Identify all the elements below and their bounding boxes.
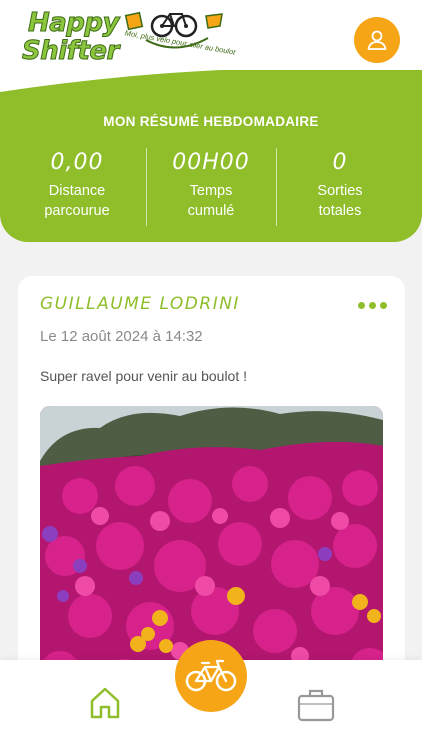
logo-word-shifter: Shifter xyxy=(22,36,120,67)
happy-shifter-logo: Happy Shifter Moi, plus vélo pour aller … xyxy=(20,8,237,73)
home-icon xyxy=(90,687,120,719)
more-dots-icon xyxy=(380,302,387,309)
post-more-button[interactable] xyxy=(358,302,387,309)
weekly-summary-panel: MON RÉSUMÉ HEBDOMADAIRE 0,00 Distance pa… xyxy=(0,70,422,242)
bicycle-icon xyxy=(185,659,237,692)
header-curve-divider xyxy=(0,70,422,92)
stat-rides-label-1: Sorties xyxy=(317,183,363,199)
start-ride-button[interactable] xyxy=(175,640,247,712)
stat-time-value: 00H00 xyxy=(172,150,250,175)
more-dots-icon xyxy=(369,302,376,309)
post-date: Le 12 août 2024 à 14:32 xyxy=(40,328,203,345)
nav-home-button[interactable] xyxy=(88,686,122,720)
logo-word-happy: Happy xyxy=(28,8,120,39)
summary-title: MON RÉSUMÉ HEBDOMADAIRE xyxy=(103,114,319,129)
briefcase-icon xyxy=(297,689,335,722)
post-author[interactable]: GUILLAUME LODRINI xyxy=(40,294,240,314)
stat-rides: 0 Sorties totales xyxy=(275,150,405,221)
stat-rides-value: 0 xyxy=(332,150,348,175)
stat-time-label-1: Temps xyxy=(189,183,233,199)
profile-button[interactable] xyxy=(354,17,400,63)
post-description: Super ravel pour venir au boulot ! xyxy=(40,368,248,384)
stat-distance-label-2: parcourue xyxy=(44,203,110,219)
stat-rides-label-2: totales xyxy=(318,203,362,219)
stat-time: 00H00 Temps cumulé xyxy=(146,150,276,221)
post-card[interactable]: GUILLAUME LODRINI Le 12 août 2024 à 14:3… xyxy=(18,276,405,696)
stat-distance-label-1: Distance xyxy=(48,183,106,199)
stat-time-label-2: cumulé xyxy=(187,203,235,219)
stat-distance-value: 0,00 xyxy=(50,150,104,175)
more-dots-icon xyxy=(358,302,365,309)
nav-work-button[interactable] xyxy=(297,688,335,722)
stat-distance: 0,00 Distance parcourue xyxy=(12,150,142,221)
user-icon xyxy=(367,30,387,50)
